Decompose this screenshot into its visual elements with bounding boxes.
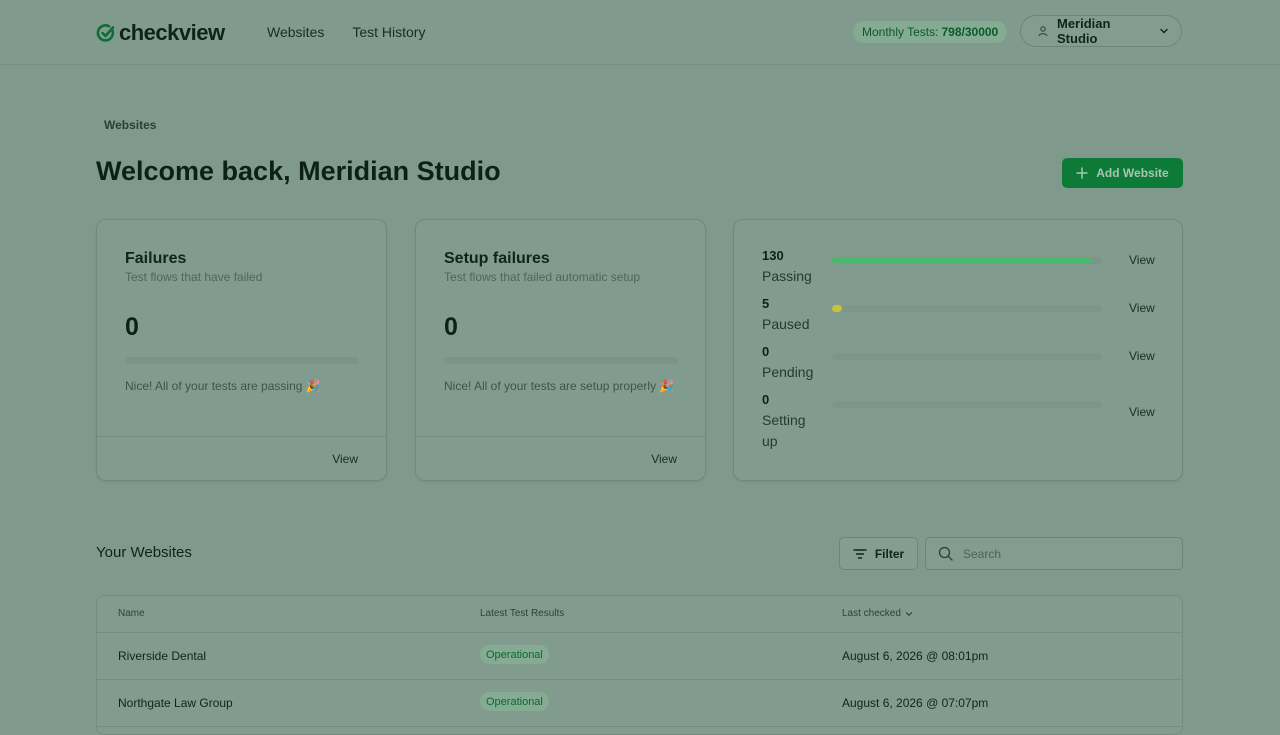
status-track [832, 353, 1102, 360]
setting-up-view-link[interactable]: View [1129, 405, 1155, 419]
column-header-name[interactable]: Name [118, 608, 145, 619]
pending-view-link[interactable]: View [1129, 349, 1155, 363]
status-fill [832, 257, 1091, 264]
setup-failures-message: Nice! All of your tests are setup proper… [444, 379, 675, 393]
filter-button[interactable]: Filter [839, 537, 918, 570]
main-nav: Websites Test History [267, 24, 425, 40]
search-box [925, 537, 1183, 570]
monthly-tests-label: Monthly Tests: [862, 25, 939, 39]
card-title: Failures [125, 250, 187, 267]
setup-failures-count: 0 [444, 313, 458, 341]
status-track [832, 401, 1102, 408]
setup-failures-bar [444, 357, 678, 364]
add-website-label: Add Website [1096, 166, 1169, 180]
failures-count: 0 [125, 313, 139, 341]
brand-name: checkview [119, 20, 225, 45]
filter-label: Filter [874, 546, 905, 561]
status-label: Pending [762, 364, 814, 380]
account-name: Meridian Studio [1057, 16, 1111, 46]
breadcrumb[interactable]: Websites [104, 118, 156, 132]
account-menu-button[interactable]: Meridian Studio [1020, 15, 1182, 47]
card-subtitle: Test flows that failed automatic setup [444, 270, 641, 284]
status-row-setting-up: 0 Setting up View [762, 392, 1162, 452]
status-track [832, 257, 1102, 264]
divider [97, 436, 386, 437]
add-website-button[interactable]: Add Website [1062, 158, 1183, 188]
last-checked: August 6, 2026 @ 07:07pm [842, 696, 989, 710]
plus-icon [1076, 167, 1089, 179]
websites-section-title: Your Websites [96, 544, 192, 561]
passing-view-link[interactable]: View [1129, 253, 1155, 267]
status-track [832, 305, 1102, 312]
chevron-down-icon [1159, 26, 1169, 36]
status-row-passing: 130 Passing View [762, 248, 1162, 287]
setup-failures-view-link[interactable]: View [651, 452, 677, 466]
websites-table: Name Latest Test Results Last checked Ri… [96, 595, 1183, 735]
failures-view-link[interactable]: View [332, 452, 358, 466]
page-title: Welcome back, Meridian Studio [96, 156, 501, 186]
top-header: checkview Websites Test History Monthly … [0, 0, 1280, 65]
table-header: Name Latest Test Results Last checked [97, 596, 1182, 633]
last-checked: August 6, 2026 @ 08:01pm [842, 649, 989, 663]
failures-bar [125, 357, 359, 364]
setup-failures-card: Setup failures Test flows that failed au… [415, 219, 706, 481]
test-status-card: 130 Passing View 5 Paused View 0 Pending… [733, 219, 1183, 481]
table-row[interactable]: Riverside Dental Operational August 6, 2… [97, 632, 1182, 680]
brand-logo[interactable]: checkview [96, 20, 225, 46]
status-label: Setting up [762, 412, 806, 449]
status-fill [832, 305, 842, 312]
monthly-tests-badge: Monthly Tests: 798/30000 [853, 21, 1008, 43]
failures-message: Nice! All of your tests are passing 🎉 [125, 379, 321, 393]
nav-test-history[interactable]: Test History [352, 24, 425, 40]
status-badge: Operational [480, 645, 549, 664]
search-icon [938, 546, 953, 561]
column-header-label: Last checked [842, 608, 901, 619]
column-header-results[interactable]: Latest Test Results [480, 608, 564, 619]
paused-view-link[interactable]: View [1129, 301, 1155, 315]
chevron-down-icon [905, 610, 913, 618]
card-subtitle: Test flows that have failed [125, 270, 263, 284]
status-row-paused: 5 Paused View [762, 296, 1162, 335]
website-name[interactable]: Riverside Dental [118, 649, 206, 663]
user-icon [1037, 25, 1049, 37]
status-label: Paused [762, 316, 810, 332]
status-badge: Operational [480, 692, 549, 711]
status-row-pending: 0 Pending View [762, 344, 1162, 383]
status-label: Passing [762, 268, 812, 284]
failures-card: Failures Test flows that have failed 0 N… [96, 219, 387, 481]
search-input[interactable] [961, 545, 1165, 562]
check-circle-icon [96, 23, 116, 43]
filter-icon [853, 548, 867, 560]
card-title: Setup failures [444, 250, 550, 267]
monthly-tests-value: 798/30000 [941, 25, 999, 39]
website-name[interactable]: Northgate Law Group [118, 696, 233, 710]
column-header-last-checked[interactable]: Last checked [842, 608, 913, 619]
nav-websites[interactable]: Websites [267, 24, 324, 40]
divider [416, 436, 705, 437]
